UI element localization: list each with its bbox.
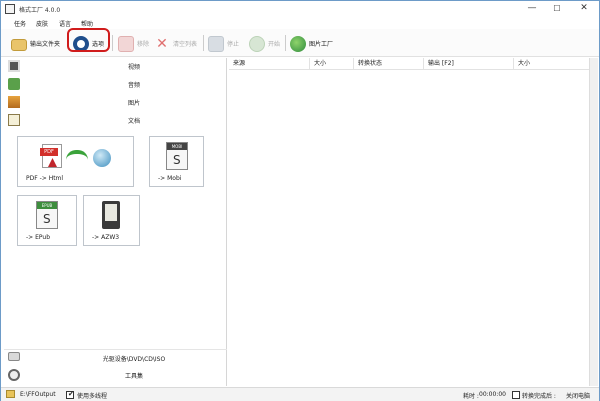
photo-factory-label: 图片工厂 [309,41,334,48]
tools-icon [8,369,20,381]
minimize-button[interactable]: — [521,2,543,15]
remove-icon [118,35,134,52]
kindle-screen [105,204,117,221]
after-convert-label: 转换完成后 : [522,393,556,400]
options-highlight-ring [67,28,110,52]
disc-drive-icon [8,352,20,361]
stop-icon [208,35,224,52]
category-image[interactable]: 图片 [4,94,227,111]
picture-icon [8,96,20,108]
photo-factory-button[interactable]: 图片工厂 [290,33,333,54]
mobi-glyph: S [173,153,181,167]
stop-button[interactable]: 停止 [208,33,239,54]
remove-button[interactable]: 移除 [118,33,149,54]
folder-icon [11,38,27,51]
category-disc-label: 光驱设备\DVD\CD\ISO [102,356,166,363]
close-button[interactable]: ✕ [573,2,595,15]
column-output-size[interactable]: 大小 [514,58,589,70]
tile-label: -> Mobi [158,175,182,182]
epub-icon: EPUB S [36,201,58,229]
output-path[interactable]: E:\FFOutput [20,391,56,398]
tile-epub[interactable]: EPUB S -> EPub [17,195,77,246]
category-document[interactable]: 文档 [4,112,227,129]
category-disc[interactable]: 光驱设备\DVD\CD\ISO [4,349,227,365]
column-output[interactable]: 输出 [F2] [424,58,514,70]
tile-label: -> EPub [26,234,51,241]
category-tools-label: 工具集 [124,373,143,380]
arrow-icon [66,150,88,160]
column-source[interactable]: 来源 [229,58,310,70]
category-tools[interactable]: 工具集 [4,367,227,383]
mobi-icon: MOBI S [166,142,188,170]
check-mark-icon: ✔ [68,390,74,398]
pdf-badge: PDF [40,148,58,156]
music-icon [8,78,20,90]
category-audio-label: 音频 [127,82,140,89]
after-convert-checkbox[interactable] [512,391,520,399]
tile-pdf-to-html[interactable]: PDF PDF -> Html [17,136,134,187]
stop-label: 停止 [227,41,240,48]
elapsed-label: 耗时 : [463,393,479,400]
elapsed-value: 00:00:00 [479,391,506,398]
menu-task[interactable]: 任务 [14,19,26,28]
photo-factory-icon [290,35,306,52]
multithread-checkbox[interactable]: ✔ [66,390,74,399]
kindle-icon [102,201,120,229]
toolbar-separator [112,35,113,51]
category-pane: 视频 音频 图片 文档 PDF PDF -> Html MOBI S -> Mo… [4,58,227,386]
globe-icon [93,149,111,167]
epub-glyph: S [43,212,51,226]
task-list: 来源 大小 转换状态 输出 [F2] 大小 [229,58,589,386]
category-video-label: 视频 [127,64,140,71]
toolbar-separator [285,35,286,51]
start-label: 开始 [268,41,281,48]
app-logo-icon [5,4,15,14]
clear-list-label: 清空列表 [173,41,198,48]
epub-badge: EPUB [37,202,57,209]
document-icon [8,114,20,126]
film-icon [8,60,20,72]
start-button[interactable]: 开始 [249,33,280,54]
remove-label: 移除 [137,41,150,48]
pdf-to-html-icon: PDF [40,144,62,168]
window-title: 格式工厂 4.0.0 [19,7,61,14]
tile-label: PDF -> Html [26,175,64,182]
shutdown-option[interactable]: 关闭电脑 [566,391,590,400]
maximize-button[interactable]: ☐ [546,2,568,15]
menu-language[interactable]: 语言 [59,19,71,28]
clear-list-button[interactable]: ✕ 清空列表 [154,33,197,54]
column-status[interactable]: 转换状态 [354,58,424,70]
title-bar: 格式工厂 4.0.0 — ☐ ✕ [1,1,599,17]
output-folder-small-icon [6,390,15,398]
tile-label: -> AZW3 [92,234,120,241]
multithread-label: 使用多线程 [77,393,108,400]
status-bar: E:\FFOutput ✔ 使用多线程 耗时 : 00:00:00 转换完成后 … [1,387,599,401]
menu-help[interactable]: 帮助 [81,19,93,28]
menu-skin[interactable]: 皮肤 [36,19,48,28]
output-folder-button[interactable]: 输出文件夹 [11,33,60,54]
mobi-badge: MOBI [167,143,187,150]
acrobat-glyph [48,158,57,167]
column-size[interactable]: 大小 [310,58,354,70]
toolbar-separator [203,35,204,51]
output-folder-label: 输出文件夹 [30,41,61,48]
category-document-label: 文档 [127,118,140,125]
category-video[interactable]: 视频 [4,58,227,75]
tile-azw3[interactable]: -> AZW3 [83,195,140,246]
category-image-label: 图片 [127,100,140,107]
start-icon [249,35,265,52]
tile-mobi[interactable]: MOBI S -> Mobi [149,136,204,187]
app-window: 格式工厂 4.0.0 — ☐ ✕ 任务 皮肤 语言 帮助 输出文件夹 选项 移除… [0,0,600,401]
task-list-scrollbar[interactable] [589,58,598,386]
clear-list-icon: ✕ [156,35,168,52]
category-audio[interactable]: 音频 [4,76,227,93]
